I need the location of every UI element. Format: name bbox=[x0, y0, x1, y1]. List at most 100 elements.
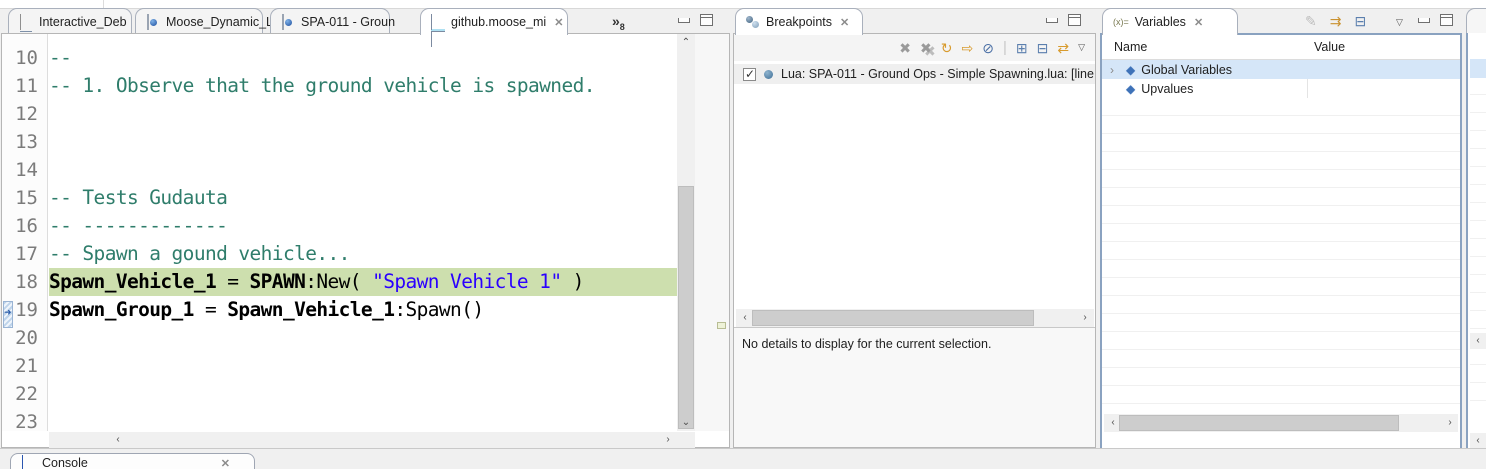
goto-file-icon[interactable]: ⇨ bbox=[962, 41, 974, 55]
expand-chevron-icon[interactable]: › bbox=[1110, 63, 1120, 77]
code-editor: 1011121314151617181920212223 ---- 1. Obs… bbox=[1, 33, 730, 448]
scroll-left-icon[interactable]: ‹ bbox=[1470, 333, 1486, 349]
line-number[interactable]: 17 bbox=[2, 240, 47, 268]
clipped-side-view: ‹ ‹ bbox=[1466, 33, 1486, 457]
line-number[interactable]: 20 bbox=[2, 324, 47, 352]
console-icon bbox=[21, 456, 35, 469]
tab-interactive-deb[interactable]: Interactive_Deb bbox=[8, 8, 132, 34]
code-line[interactable] bbox=[49, 380, 677, 408]
code-line[interactable] bbox=[49, 156, 677, 184]
toolbar-divider bbox=[103, 0, 104, 8]
variables-minimize-button[interactable] bbox=[1418, 18, 1430, 23]
line-number[interactable]: 22 bbox=[2, 380, 47, 408]
breakpoint-checkbox[interactable] bbox=[743, 68, 756, 81]
column-header-name[interactable]: Name bbox=[1114, 40, 1147, 54]
code-line[interactable]: -- Tests Gudauta bbox=[49, 184, 677, 212]
breakpoints-list: Lua: SPA-011 - Ground Ops - Simple Spawn… bbox=[734, 61, 1095, 308]
code-line[interactable] bbox=[49, 352, 677, 380]
code-line[interactable]: -- ------------- bbox=[49, 212, 677, 240]
line-number[interactable]: 10 bbox=[2, 44, 47, 72]
line-number[interactable]: 12 bbox=[2, 100, 47, 128]
line-number[interactable]: 16 bbox=[2, 212, 47, 240]
eclipse-workbench: Interactive_Deb Moose_Dynamic_L SPA-011 … bbox=[0, 0, 1486, 469]
line-number[interactable]: 18 bbox=[2, 268, 47, 296]
line-number[interactable]: 23 bbox=[2, 408, 47, 436]
show-type-names-icon[interactable]: ✎ bbox=[1305, 14, 1317, 28]
line-number[interactable]: 15 bbox=[2, 184, 47, 212]
scroll-left-icon[interactable]: ‹ bbox=[1470, 433, 1486, 449]
editor-maximize-button[interactable] bbox=[700, 14, 713, 26]
refresh-breakpoints-icon[interactable]: ↻ bbox=[941, 41, 953, 55]
line-number[interactable]: 13 bbox=[2, 128, 47, 156]
skip-all-breakpoints-icon[interactable]: ⊘ bbox=[982, 41, 994, 55]
tab-console-view[interactable]: Console ✕ bbox=[10, 453, 255, 469]
remove-breakpoint-icon[interactable]: ✖ bbox=[899, 41, 911, 55]
code-line[interactable]: -- 1. Observe that the ground vehicle is… bbox=[49, 72, 677, 100]
clipped-selected-row bbox=[1470, 59, 1486, 78]
close-view-icon[interactable]: ✕ bbox=[1194, 16, 1203, 29]
console-document-icon bbox=[19, 15, 33, 29]
clipped-grid-lines bbox=[1470, 59, 1486, 411]
code-text-area[interactable]: ---- 1. Observe that the ground vehicle … bbox=[49, 34, 677, 431]
breakpoint-list-item[interactable]: Lua: SPA-011 - Ground Ops - Simple Spawn… bbox=[734, 64, 1095, 84]
code-line[interactable] bbox=[49, 324, 677, 352]
code-token-comment: -- Spawn a gound vehicle... bbox=[49, 242, 350, 265]
scrollbar-thumb[interactable] bbox=[1119, 415, 1399, 431]
editor-horizontal-scrollbar[interactable]: ‹ › bbox=[49, 432, 695, 448]
overview-ruler[interactable] bbox=[695, 34, 729, 431]
code-line[interactable]: -- Spawn a gound vehicle... bbox=[49, 240, 677, 268]
variable-diamond-icon: ◆ bbox=[1126, 82, 1135, 96]
variable-row-upvalues[interactable]: ◆ Upvalues bbox=[1102, 79, 1460, 98]
breakpoint-label: Lua: SPA-011 - Ground Ops - Simple Spawn… bbox=[781, 67, 1095, 81]
scrollbar-thumb[interactable] bbox=[752, 310, 1034, 326]
close-tab-icon[interactable]: ✕ bbox=[554, 16, 563, 29]
tab-overflow-chevron[interactable]: »8 bbox=[612, 13, 625, 32]
line-number[interactable]: 21 bbox=[2, 352, 47, 380]
tab-label: SPA-011 - Groun bbox=[301, 15, 395, 29]
lua-file-icon bbox=[281, 15, 295, 29]
code-token-plain: = bbox=[216, 270, 249, 293]
line-number-ruler[interactable]: 1011121314151617181920212223 bbox=[2, 34, 48, 431]
link-with-debug-icon[interactable]: ⇄ bbox=[1057, 41, 1069, 55]
detail-message: No details to display for the current se… bbox=[742, 337, 991, 351]
tab-github-moose-active[interactable]: github.moose_mi ✕ bbox=[420, 8, 568, 35]
variable-row-global-variables[interactable]: › ◆ Global Variables bbox=[1102, 60, 1460, 79]
editor-vertical-scrollbar[interactable]: ⌃ ⌄ bbox=[677, 34, 695, 431]
close-view-icon[interactable]: ✕ bbox=[221, 457, 230, 469]
code-line[interactable] bbox=[49, 128, 677, 156]
variables-panel: Name Value › ◆ Global Variables ◆ Upvalu… bbox=[1100, 33, 1462, 457]
view-menu-icon[interactable]: ▽ bbox=[1396, 18, 1403, 27]
breakpoints-minimize-button[interactable] bbox=[1046, 18, 1058, 23]
remove-all-breakpoints-icon[interactable]: ✖ bbox=[920, 41, 932, 55]
instruction-pointer-marker bbox=[3, 301, 13, 328]
code-line[interactable] bbox=[49, 408, 677, 431]
variables-horizontal-scrollbar[interactable]: ‹ › bbox=[1104, 414, 1458, 432]
column-header-value[interactable]: Value bbox=[1314, 40, 1345, 54]
code-token-plain: :Spawn() bbox=[394, 298, 483, 321]
code-line[interactable]: Spawn_Group_1 = Spawn_Vehicle_1:Spawn() bbox=[49, 296, 677, 324]
tab-spa-011[interactable]: SPA-011 - Groun bbox=[270, 8, 390, 34]
line-number[interactable]: 14 bbox=[2, 156, 47, 184]
collapse-all-icon[interactable]: ⊟ bbox=[1037, 41, 1049, 55]
breakpoints-maximize-button[interactable] bbox=[1068, 14, 1081, 26]
code-token-plain: = bbox=[194, 298, 227, 321]
show-logical-structure-icon[interactable]: ⇉ bbox=[1330, 14, 1342, 28]
breakpoints-icon bbox=[746, 15, 760, 29]
tab-breakpoints-view[interactable]: Breakpoints ✕ bbox=[735, 8, 863, 35]
collapse-all-icon[interactable]: ⊟ bbox=[1354, 14, 1366, 28]
tab-label: github.moose_mi bbox=[451, 15, 546, 29]
tab-moose-dynamic[interactable]: Moose_Dynamic_L bbox=[135, 8, 263, 34]
tab-label: Moose_Dynamic_L bbox=[166, 15, 273, 29]
scrollbar-thumb[interactable] bbox=[678, 186, 694, 429]
expand-all-icon[interactable]: ⊞ bbox=[1016, 41, 1028, 55]
code-line[interactable]: -- bbox=[49, 44, 677, 72]
code-line[interactable] bbox=[49, 100, 677, 128]
code-line[interactable]: Spawn_Vehicle_1 = SPAWN:New( "Spawn Vehi… bbox=[49, 268, 677, 296]
close-view-icon[interactable]: ✕ bbox=[840, 16, 849, 29]
line-number[interactable]: 11 bbox=[2, 72, 47, 100]
variables-maximize-button[interactable] bbox=[1440, 14, 1453, 26]
view-menu-icon[interactable]: ▽ bbox=[1078, 43, 1085, 52]
tab-variables-view[interactable]: (x)= Variables ✕ bbox=[1102, 8, 1238, 35]
editor-minimize-button[interactable] bbox=[678, 18, 690, 23]
breakpoints-horizontal-scrollbar[interactable]: ‹ › bbox=[736, 309, 1094, 327]
